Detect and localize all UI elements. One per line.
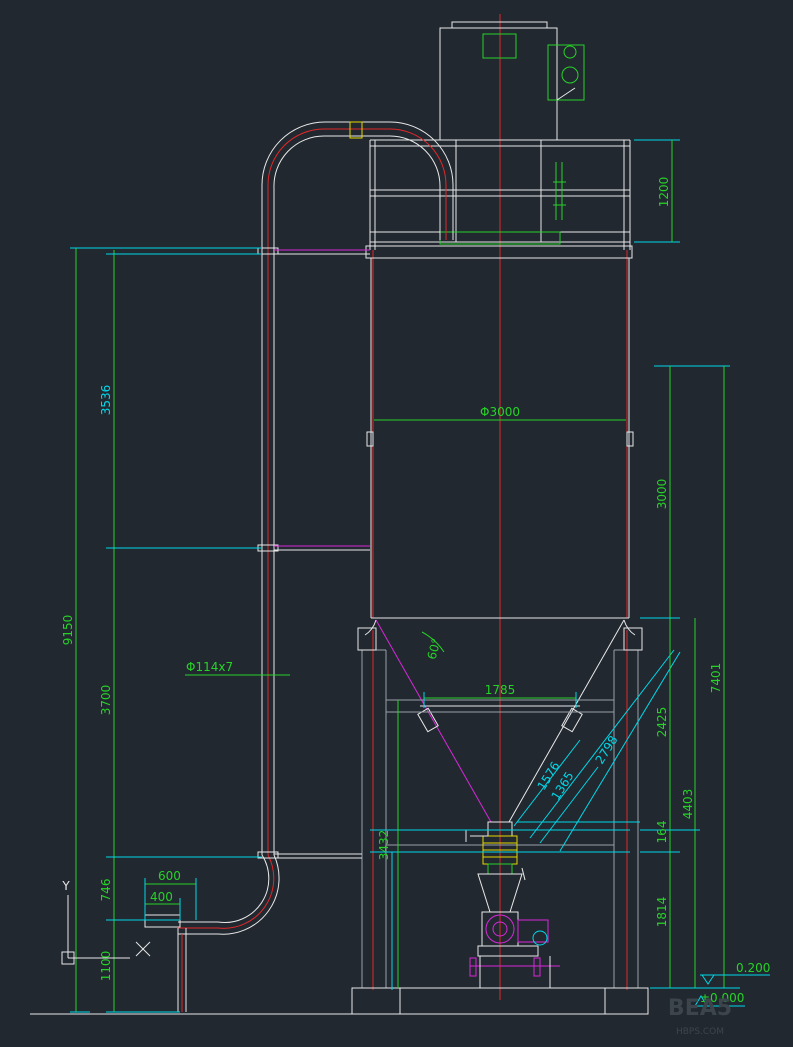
dim-bend-segment: 746 bbox=[99, 879, 113, 902]
dim-4403: 4403 bbox=[681, 789, 695, 820]
dim-foot-segment: 1100 bbox=[99, 951, 113, 982]
dim-1814: 1814 bbox=[655, 897, 669, 928]
platform-green-parts bbox=[439, 162, 566, 245]
dim-pipe-spec: Φ114x7 bbox=[186, 660, 233, 674]
dim-slant-2798: 2798 bbox=[593, 733, 621, 766]
dim-cone-opening: 1785 bbox=[485, 683, 516, 697]
top-dust-collector bbox=[439, 21, 585, 141]
pipe-supports bbox=[274, 249, 370, 859]
watermark-logo: BEA5 bbox=[668, 996, 732, 1021]
dim-upper-segment: 3536 bbox=[99, 385, 113, 416]
dim-cylinder-height: 3000 bbox=[655, 479, 669, 510]
axis-y-label: Y bbox=[61, 879, 70, 893]
right-dimension-lines bbox=[634, 139, 770, 1007]
dim-offset-400: 400 bbox=[150, 890, 173, 904]
dim-tank-diameter: Φ3000 bbox=[480, 405, 520, 419]
dim-cone-height: 2425 bbox=[655, 707, 669, 738]
level-0200: 0.200 bbox=[736, 961, 770, 975]
dim-total-7401: 7401 bbox=[709, 663, 723, 694]
dim-cone-angle: 60° bbox=[425, 637, 444, 661]
watermark-site: HBPS.COM bbox=[676, 1027, 724, 1037]
transmitter-pump bbox=[469, 867, 560, 989]
cad-drawing: 9150 3536 3700 746 1100 Φ114x7 600 400 Y… bbox=[30, 14, 770, 1037]
dim-top-frame: 1200 bbox=[657, 177, 671, 208]
dim-164: 164 bbox=[655, 821, 669, 844]
dim-middle-segment: 3700 bbox=[99, 685, 113, 716]
dim-offset-600: 600 bbox=[158, 869, 181, 883]
tank-dimension-lines bbox=[370, 419, 681, 990]
dim-overall-height: 9150 bbox=[61, 615, 75, 646]
conveying-pipe bbox=[144, 121, 454, 1012]
top-platform bbox=[365, 139, 633, 259]
dim-3432: 3432 bbox=[377, 830, 391, 861]
